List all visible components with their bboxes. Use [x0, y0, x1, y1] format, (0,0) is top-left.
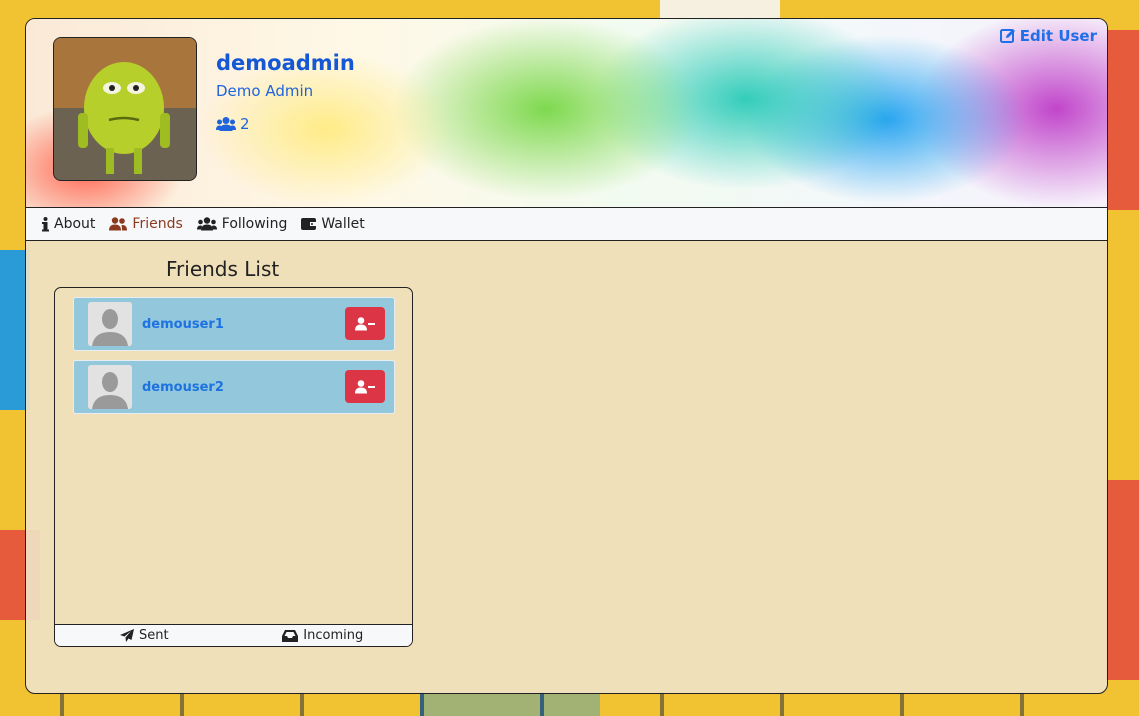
edit-user-label: Edit User — [1019, 27, 1097, 45]
users-icon — [196, 217, 217, 231]
inbox-icon — [282, 629, 299, 642]
default-avatar-icon — [88, 302, 132, 346]
profile-card: demoadmin Demo Admin 2 Edit User About F… — [25, 18, 1108, 694]
friend-avatar — [88, 365, 132, 409]
profile-banner: demoadmin Demo Admin 2 Edit User — [26, 19, 1107, 208]
nav-item-about-label: About — [54, 216, 96, 232]
character-avatar-image — [54, 38, 196, 180]
incoming-requests-label: Incoming — [303, 628, 364, 643]
profile-full-name: Demo Admin — [216, 82, 314, 100]
nav-item-wallet-label: Wallet — [321, 216, 365, 232]
info-icon — [42, 216, 49, 231]
friend-name[interactable]: demouser1 — [142, 317, 224, 332]
profile-username: demoadmin — [216, 51, 355, 75]
friends-panel-footer: Sent Incoming — [55, 624, 412, 646]
incoming-requests-tab[interactable]: Incoming — [234, 625, 413, 646]
friend-count-value: 2 — [240, 115, 250, 133]
profile-nav: About Friends Following Wallet — [26, 208, 1107, 241]
remove-friend-button[interactable] — [345, 370, 385, 403]
friend-list-item[interactable]: demouser1 — [73, 297, 395, 351]
paper-plane-icon — [119, 629, 134, 642]
friend-avatar — [88, 302, 132, 346]
nav-item-following-label: Following — [221, 216, 288, 232]
sent-requests-tab[interactable]: Sent — [55, 625, 234, 646]
users-icon — [216, 117, 236, 131]
edit-icon — [999, 29, 1015, 43]
friend-name[interactable]: demouser2 — [142, 380, 224, 395]
nav-item-about[interactable]: About — [42, 216, 95, 232]
nav-item-following[interactable]: Following — [196, 216, 288, 232]
user-minus-icon — [355, 379, 375, 393]
edit-user-button[interactable]: Edit User — [999, 27, 1097, 45]
sent-requests-label: Sent — [138, 628, 169, 643]
friends-panel: demouser1 demouser2 Sent Incoming — [54, 287, 413, 647]
default-avatar-icon — [88, 365, 132, 409]
friend-list-item[interactable]: demouser2 — [73, 360, 395, 414]
profile-avatar[interactable] — [53, 37, 197, 181]
nav-item-friends[interactable]: Friends — [109, 216, 183, 232]
user-friends-icon — [109, 217, 128, 231]
nav-item-friends-label: Friends — [132, 216, 183, 232]
nav-item-wallet[interactable]: Wallet — [301, 216, 365, 232]
remove-friend-button[interactable] — [345, 307, 385, 340]
wallet-icon — [301, 218, 317, 230]
user-minus-icon — [355, 316, 375, 330]
friends-list-title: Friends List — [166, 257, 280, 281]
friend-count[interactable]: 2 — [216, 115, 250, 133]
